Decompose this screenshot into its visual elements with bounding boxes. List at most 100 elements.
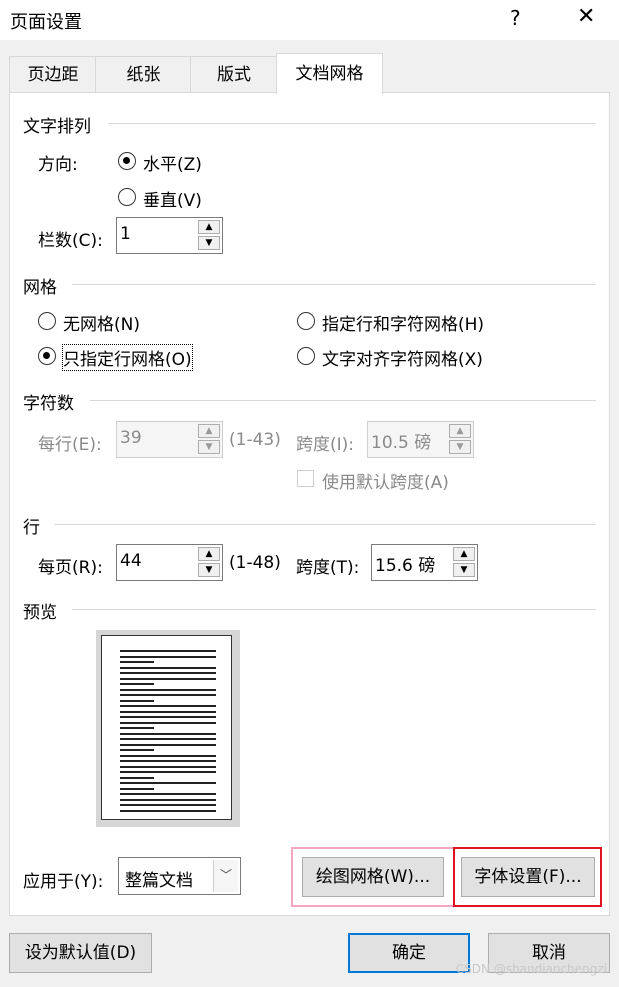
preview-text-line bbox=[120, 798, 216, 801]
lines-per-page-spinner[interactable]: 44 ▲ ▼ bbox=[116, 544, 223, 581]
preview-text-line bbox=[120, 666, 216, 669]
set-default-button[interactable]: 设为默认值(D) bbox=[9, 933, 152, 973]
preview-text-line bbox=[120, 677, 216, 680]
spin-down-icon[interactable]: ▼ bbox=[198, 563, 220, 577]
preview-text-line bbox=[120, 661, 154, 663]
chars-per-line-spinner: 39 ▲ ▼ bbox=[116, 421, 223, 458]
preview-text-line bbox=[120, 804, 216, 806]
chars-pitch-value: 10.5 磅 bbox=[371, 433, 432, 453]
radio-no-grid[interactable] bbox=[38, 312, 56, 330]
chars-pitch-spinner: 10.5 磅 ▲ ▼ bbox=[367, 421, 474, 458]
section-lines: 行 bbox=[23, 518, 40, 538]
preview-text-line bbox=[120, 793, 216, 795]
preview-text-line bbox=[120, 809, 216, 812]
dialog-title: 页面设置 bbox=[10, 12, 82, 33]
separator bbox=[72, 284, 596, 285]
radio-horizontal-label[interactable]: 水平(Z) bbox=[143, 150, 202, 175]
chars-per-line-label: 每行(E): bbox=[38, 435, 102, 455]
preview-text-line bbox=[120, 776, 154, 779]
radio-no-grid-label[interactable]: 无网格(N) bbox=[63, 310, 140, 335]
lines-per-page-value[interactable]: 44 bbox=[120, 551, 142, 571]
tab-document-grid[interactable]: 文档网格 bbox=[276, 53, 383, 94]
lines-pitch-spinner[interactable]: 15.6 磅 ▲ ▼ bbox=[371, 544, 478, 581]
apply-to-select[interactable]: 整篇文档 ﹀ bbox=[118, 857, 241, 895]
chars-pitch-label: 跨度(I): bbox=[296, 435, 355, 455]
preview-text-line bbox=[120, 705, 216, 707]
section-preview: 预览 bbox=[23, 603, 57, 623]
chars-range: (1-43) bbox=[229, 430, 281, 450]
watermark: CSDN @shandianchengzi bbox=[455, 962, 607, 976]
direction-label: 方向: bbox=[38, 155, 78, 175]
spin-down-icon: ▼ bbox=[198, 440, 220, 454]
separator bbox=[54, 524, 596, 525]
preview-text-line bbox=[120, 716, 216, 718]
radio-vertical[interactable] bbox=[118, 188, 136, 206]
preview-box bbox=[96, 630, 240, 827]
preview-text-line bbox=[120, 721, 216, 724]
tab-margins[interactable]: 页边距 bbox=[9, 56, 97, 93]
spin-down-icon[interactable]: ▼ bbox=[453, 563, 475, 577]
close-icon[interactable]: ✕ bbox=[577, 4, 595, 29]
preview-text-line bbox=[120, 655, 216, 658]
lines-pitch-value[interactable]: 15.6 磅 bbox=[375, 551, 435, 576]
spin-up-icon: ▲ bbox=[198, 424, 220, 438]
radio-horizontal[interactable] bbox=[118, 152, 136, 170]
font-settings-button[interactable]: 字体设置(F)... bbox=[461, 857, 595, 897]
columns-spinner[interactable]: 1 ▲ ▼ bbox=[116, 217, 223, 254]
spin-down-icon: ▼ bbox=[449, 440, 471, 454]
chars-per-line-value: 39 bbox=[120, 428, 142, 448]
preview-text-line bbox=[120, 765, 216, 768]
preview-text-line bbox=[120, 672, 216, 674]
radio-line-char-grid[interactable] bbox=[297, 312, 315, 330]
radio-line-grid-only-label[interactable]: 只指定行网格(O) bbox=[62, 344, 193, 371]
preview-text-line bbox=[120, 650, 216, 652]
preview-text-line bbox=[120, 688, 216, 691]
preview-text-line bbox=[120, 760, 216, 762]
radio-snap-char-grid-label[interactable]: 文字对齐字符网格(X) bbox=[322, 345, 483, 370]
tab-layout[interactable]: 版式 bbox=[190, 56, 278, 93]
preview-text-line bbox=[120, 710, 216, 713]
section-text-direction: 文字排列 bbox=[23, 117, 91, 137]
default-pitch-checkbox bbox=[297, 470, 314, 487]
preview-text-line bbox=[120, 694, 216, 696]
preview-text-line bbox=[120, 787, 154, 790]
tab-paper[interactable]: 纸张 bbox=[95, 56, 192, 93]
separator bbox=[90, 400, 596, 401]
section-characters: 字符数 bbox=[23, 394, 74, 414]
columns-value[interactable]: 1 bbox=[120, 224, 131, 244]
preview-text-line bbox=[120, 749, 154, 751]
spin-up-icon[interactable]: ▲ bbox=[198, 547, 220, 561]
radio-snap-char-grid[interactable] bbox=[297, 347, 315, 365]
columns-label: 栏数(C): bbox=[38, 231, 103, 251]
lines-pitch-label: 跨度(T): bbox=[296, 558, 360, 578]
spin-up-icon: ▲ bbox=[449, 424, 471, 438]
separator bbox=[108, 123, 596, 124]
preview-text-line bbox=[120, 754, 216, 757]
lines-range: (1-48) bbox=[229, 553, 281, 573]
preview-text-line bbox=[120, 743, 216, 746]
separator bbox=[72, 609, 596, 610]
chevron-down-icon[interactable]: ﹀ bbox=[213, 860, 238, 892]
help-icon[interactable]: ? bbox=[510, 6, 521, 30]
title-bar bbox=[0, 0, 619, 40]
radio-line-grid-only[interactable] bbox=[38, 347, 56, 365]
apply-to-value[interactable]: 整篇文档 bbox=[125, 866, 193, 891]
preview-text-line bbox=[120, 699, 154, 702]
radio-vertical-label[interactable]: 垂直(V) bbox=[143, 186, 202, 211]
spin-down-icon[interactable]: ▼ bbox=[198, 236, 220, 250]
preview-page bbox=[101, 635, 232, 820]
preview-text-line bbox=[120, 782, 216, 784]
lines-per-page-label: 每页(R): bbox=[38, 558, 103, 578]
radio-line-char-grid-label[interactable]: 指定行和字符网格(H) bbox=[322, 310, 484, 335]
preview-text-line bbox=[120, 727, 154, 729]
apply-to-label: 应用于(Y): bbox=[23, 872, 104, 892]
default-pitch-label: 使用默认跨度(A) bbox=[322, 473, 449, 493]
spin-up-icon[interactable]: ▲ bbox=[453, 547, 475, 561]
preview-text-line bbox=[120, 738, 216, 740]
spin-up-icon[interactable]: ▲ bbox=[198, 220, 220, 234]
ok-button[interactable]: 确定 bbox=[348, 933, 470, 973]
draw-grid-button[interactable]: 绘图网格(W)... bbox=[302, 857, 444, 897]
preview-text-line bbox=[120, 683, 154, 685]
preview-text-line bbox=[120, 771, 216, 773]
preview-text-line bbox=[120, 732, 216, 735]
